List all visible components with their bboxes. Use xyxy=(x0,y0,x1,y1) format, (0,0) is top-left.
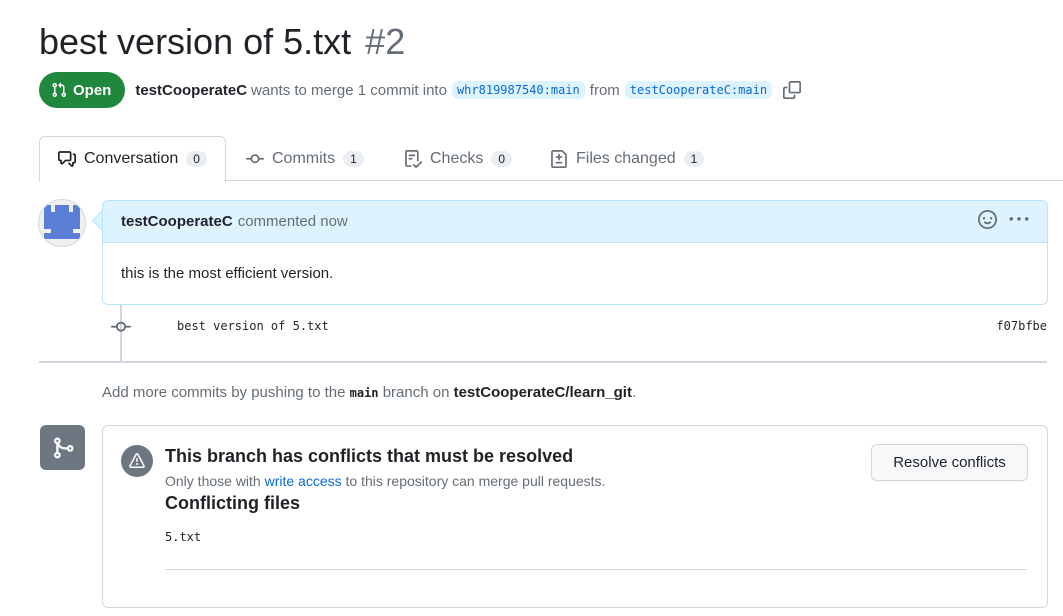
tab-conversation-label: Conversation xyxy=(84,150,179,167)
commit-sha[interactable]: f07bfbe xyxy=(996,319,1047,333)
pr-number: #2 xyxy=(365,21,406,62)
merge-box: This branch has conflicts that must be r… xyxy=(102,425,1048,608)
status-badge: Open xyxy=(39,72,126,108)
file-diff-icon xyxy=(551,150,567,168)
tab-files-changed[interactable]: Files changed 1 xyxy=(550,137,705,181)
pr-title: best version of 5.txt #2 xyxy=(39,20,405,64)
tab-commits[interactable]: Commits 1 xyxy=(246,137,364,181)
tab-checks[interactable]: Checks 0 xyxy=(404,137,513,181)
status-label: Open xyxy=(73,81,112,99)
pr-meta: Open testCooperateC wants to merge 1 com… xyxy=(39,72,802,108)
avatar[interactable] xyxy=(38,199,86,247)
tab-conversation-count: 0 xyxy=(186,151,207,167)
write-access-link[interactable]: write access xyxy=(265,473,342,489)
conflicting-file: 5.txt xyxy=(165,530,202,544)
hint-end: . xyxy=(631,384,637,401)
merge-box-divider xyxy=(165,569,1027,570)
hint-text-1: Add more commits by pushing to the xyxy=(102,384,346,401)
conflict-title: This branch has conflicts that must be r… xyxy=(165,446,574,466)
git-commit-icon xyxy=(246,154,264,164)
git-merge-icon xyxy=(40,425,85,470)
conflicting-files-title: Conflicting files xyxy=(165,493,300,513)
tab-commits-count: 1 xyxy=(343,151,364,167)
copy-icon[interactable] xyxy=(783,81,802,99)
timeline-divider xyxy=(39,361,1047,363)
comment-body: this is the most efficient version. xyxy=(121,265,334,282)
comment-discussion-icon xyxy=(58,151,76,167)
tab-commits-label: Commits xyxy=(272,150,336,167)
pr-title-text: best version of 5.txt xyxy=(39,21,352,62)
kebab-horizontal-icon[interactable] xyxy=(1009,210,1029,233)
git-pull-request-icon xyxy=(52,82,67,98)
comment-header: testCooperateC commented now xyxy=(103,201,1047,243)
tab-files-changed-count: 1 xyxy=(683,151,705,167)
author-link[interactable]: testCooperateC xyxy=(135,82,247,99)
alert-icon xyxy=(121,445,153,477)
comment-box: testCooperateC commented now this is the… xyxy=(102,200,1048,305)
tab-conversation[interactable]: Conversation 0 xyxy=(39,136,226,182)
comment-time[interactable]: commented now xyxy=(238,213,348,230)
head-branch[interactable]: testCooperateC:main xyxy=(624,81,773,99)
commit-message[interactable]: best version of 5.txt xyxy=(177,319,329,333)
tab-checks-label: Checks xyxy=(430,150,484,167)
resolve-conflicts-button[interactable]: Resolve conflicts xyxy=(871,444,1028,481)
conflict-subtitle: Only those with write access to this rep… xyxy=(165,473,605,489)
push-hint: Add more commits by pushing to the main … xyxy=(102,384,636,401)
git-commit-icon xyxy=(111,317,131,342)
merge-text: wants to merge 1 commit into xyxy=(251,81,447,99)
from-text: from xyxy=(589,81,620,99)
hint-repo[interactable]: testCooperateC/learn_git xyxy=(454,384,632,401)
smiley-icon[interactable] xyxy=(978,210,997,233)
conflict-sub-text-2: to this repository can merge pull reques… xyxy=(345,473,606,489)
tab-checks-count: 0 xyxy=(491,151,513,167)
comment-author[interactable]: testCooperateC xyxy=(121,213,233,230)
hint-branch: main xyxy=(349,386,379,400)
base-branch[interactable]: whr819987540:main xyxy=(451,81,585,99)
checklist-icon xyxy=(405,150,422,168)
tab-files-changed-label: Files changed xyxy=(576,150,676,167)
hint-text-2: branch on xyxy=(382,384,450,401)
conflict-sub-text-1: Only those with xyxy=(165,473,261,489)
